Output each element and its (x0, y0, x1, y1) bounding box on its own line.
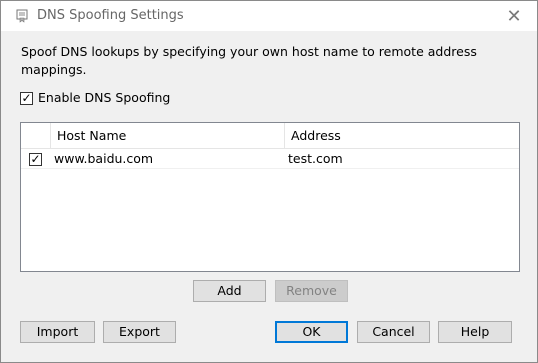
dns-spoofing-dialog: DNS Spoofing Settings ✕ Spoof DNS lookup… (0, 0, 538, 363)
title-bar[interactable]: DNS Spoofing Settings ✕ (1, 1, 537, 31)
row-enable-checkbox[interactable]: ✓ (29, 152, 42, 166)
add-button[interactable]: Add (193, 280, 266, 302)
remove-button[interactable]: Remove (275, 280, 348, 302)
column-header-check[interactable] (21, 123, 51, 149)
help-button[interactable]: Help (438, 321, 512, 343)
description-text: Spoof DNS lookups by specifying your own… (21, 44, 477, 77)
host-mapping-list[interactable]: Host Name Address ✓ www.baidu.com test.c… (20, 122, 520, 272)
window-title: DNS Spoofing Settings (37, 8, 184, 23)
column-header-host-name[interactable]: Host Name (51, 123, 285, 149)
check-icon: ✓ (30, 152, 41, 166)
close-icon: ✕ (506, 5, 522, 27)
import-button[interactable]: Import (20, 321, 95, 343)
certificate-icon (16, 9, 28, 23)
enable-dns-spoofing-label[interactable]: Enable DNS Spoofing (38, 90, 170, 105)
enable-dns-spoofing-checkbox[interactable]: ✓ (20, 91, 33, 105)
ok-button[interactable]: OK (275, 321, 348, 343)
table-row[interactable]: ✓ www.baidu.com test.com (21, 150, 519, 169)
export-button[interactable]: Export (103, 321, 176, 343)
address-cell: test.com (288, 151, 343, 166)
cancel-button[interactable]: Cancel (357, 321, 430, 343)
check-icon: ✓ (21, 91, 32, 105)
host-name-cell: www.baidu.com (54, 151, 154, 166)
close-button[interactable]: ✕ (491, 1, 537, 31)
column-header-address[interactable]: Address (285, 123, 519, 149)
